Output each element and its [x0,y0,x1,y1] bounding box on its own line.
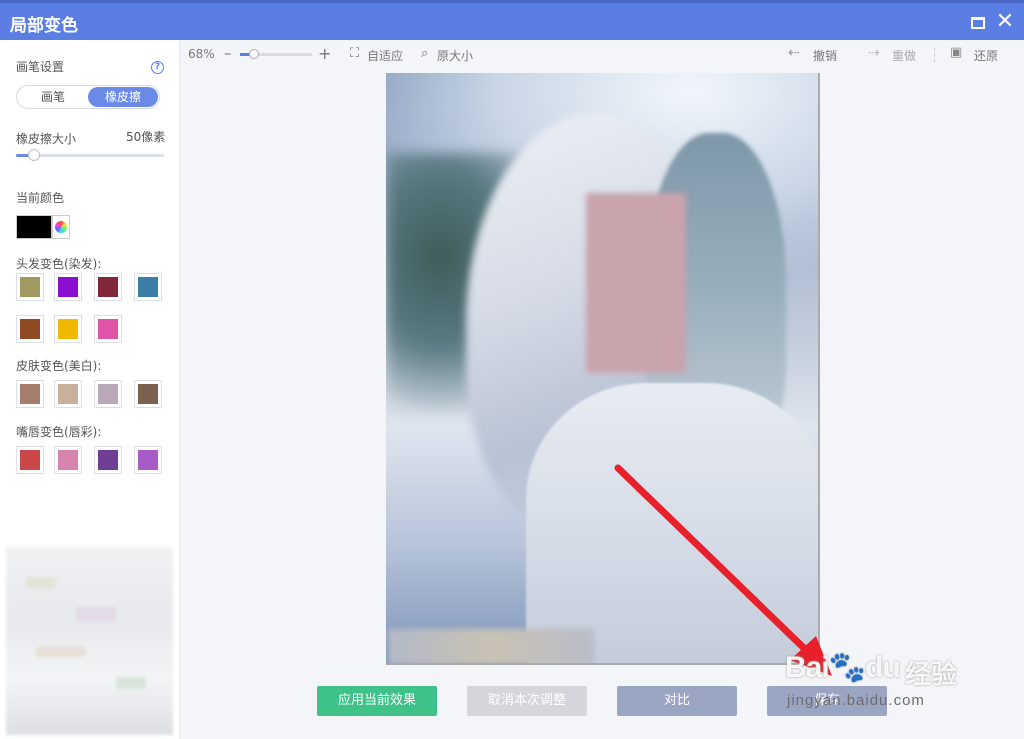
watermark-brand: Bai🐾du [785,651,901,684]
tab-brush[interactable]: 画笔 [18,87,88,107]
redo-icon: ⇢ [868,45,880,61]
lip-color-swatch-color [98,450,118,470]
eraser-size-handle[interactable] [27,149,40,161]
image-canvas[interactable] [386,73,820,665]
lip-color-swatch-color [58,450,78,470]
magnifier-icon: ⌕ [421,46,429,61]
skin-color-swatch-color [138,384,158,404]
hair-color-swatch[interactable] [54,315,82,343]
lip-color-swatch[interactable] [94,446,122,474]
tab-eraser[interactable]: 橡皮擦 [88,87,158,107]
watermark-url: jingyan.baidu.com [787,692,925,709]
close-icon[interactable]: ✕ [994,11,1016,33]
fit-icon: ⛶ [350,46,360,61]
redo-button[interactable]: 重做 [892,47,916,64]
brush-settings-label: 画笔设置 [16,60,65,74]
hair-color-swatch[interactable] [94,273,122,301]
zoom-slider[interactable] [240,49,312,59]
eraser-size-slider[interactable] [16,149,164,161]
skin-color-swatch-color [20,384,40,404]
zoom-level: 68% [188,47,215,61]
toolbar-divider [934,48,935,62]
navigator-thumbnail[interactable] [6,547,173,735]
help-icon[interactable]: ? [151,61,164,74]
undo-icon: ⇠ [788,45,800,61]
settings-sidebar: 画笔设置 ? 画笔 橡皮擦 橡皮擦大小 50像素 当前颜色 头发变色(染发): … [0,40,180,739]
thumbnail-blob [76,607,116,621]
hair-color-swatch-color [58,277,78,297]
restore-icon: ▣ [950,45,963,60]
lip-color-swatch-color [20,450,40,470]
maximize-icon[interactable] [971,17,985,29]
lip-color-label: 嘴唇变色(唇彩): [16,425,102,439]
watermark-brand-a: Bai [785,651,830,684]
title-bar: 局部变色 ✕ [0,0,1024,40]
color-wheel-icon[interactable] [52,215,70,239]
skin-color-swatch-color [98,384,118,404]
photo-blurred-face [586,193,686,373]
skin-color-swatch[interactable] [134,380,162,408]
hair-color-swatch[interactable] [16,315,44,343]
hair-color-swatch[interactable] [134,273,162,301]
window-title: 局部变色 [10,16,78,36]
edited-photo [386,73,818,663]
hair-color-swatch-color [138,277,158,297]
color-wheel-glyph [55,221,67,233]
thumbnail-blob [26,577,56,589]
photo-mosaic-strip [388,629,594,663]
local-recolor-dialog: 局部变色 ✕ 画笔设置 ? 画笔 橡皮擦 橡皮擦大小 50像素 当前颜色 头发变… [0,0,1024,739]
brush-mode-toggle: 画笔 橡皮擦 [16,85,160,109]
hair-color-swatch-color [20,277,40,297]
hair-color-swatch[interactable] [94,315,122,343]
hair-color-label: 头发变色(染发): [16,257,102,271]
watermark-cn: 经验 [905,660,958,690]
thumbnail-blob [116,677,146,689]
eraser-size-label: 橡皮擦大小 [16,132,77,146]
current-color-label: 当前颜色 [16,191,65,205]
skin-color-swatch[interactable] [54,380,82,408]
hair-color-swatch-color [98,319,118,339]
baidu-watermark: Bai🐾du 经验 jingyan.baidu.com [785,628,975,718]
skin-color-swatch[interactable] [16,380,44,408]
compare-button[interactable]: 对比 [617,686,737,716]
skin-color-swatch-color [58,384,78,404]
lip-color-swatch[interactable] [54,446,82,474]
lip-color-swatch[interactable] [134,446,162,474]
zoom-in-button[interactable]: + [318,44,331,63]
hair-color-swatch-color [58,319,78,339]
hair-color-swatch[interactable] [54,273,82,301]
lip-color-swatch-color [138,450,158,470]
fit-button[interactable]: 自适应 [367,47,403,64]
zoom-out-button[interactable]: – [224,44,232,62]
restore-button[interactable]: 还原 [974,47,998,64]
photo-white-robe [526,383,818,663]
skin-color-label: 皮肤变色(美白): [16,359,102,373]
current-color-swatch[interactable] [16,215,52,239]
hair-color-swatch-color [98,277,118,297]
skin-color-swatch[interactable] [94,380,122,408]
apply-effect-button[interactable]: 应用当前效果 [317,686,437,716]
hair-color-swatch[interactable] [16,273,44,301]
original-size-button[interactable]: 原大小 [437,47,473,64]
undo-button[interactable]: 撤销 [813,47,837,64]
eraser-size-value: 50像素 [126,130,166,144]
hair-color-swatch-color [20,319,40,339]
lip-color-swatch[interactable] [16,446,44,474]
cancel-adjust-button[interactable]: 取消本次调整 [467,686,587,716]
thumbnail-blob [36,647,86,657]
watermark-brand-b: du [865,651,901,684]
